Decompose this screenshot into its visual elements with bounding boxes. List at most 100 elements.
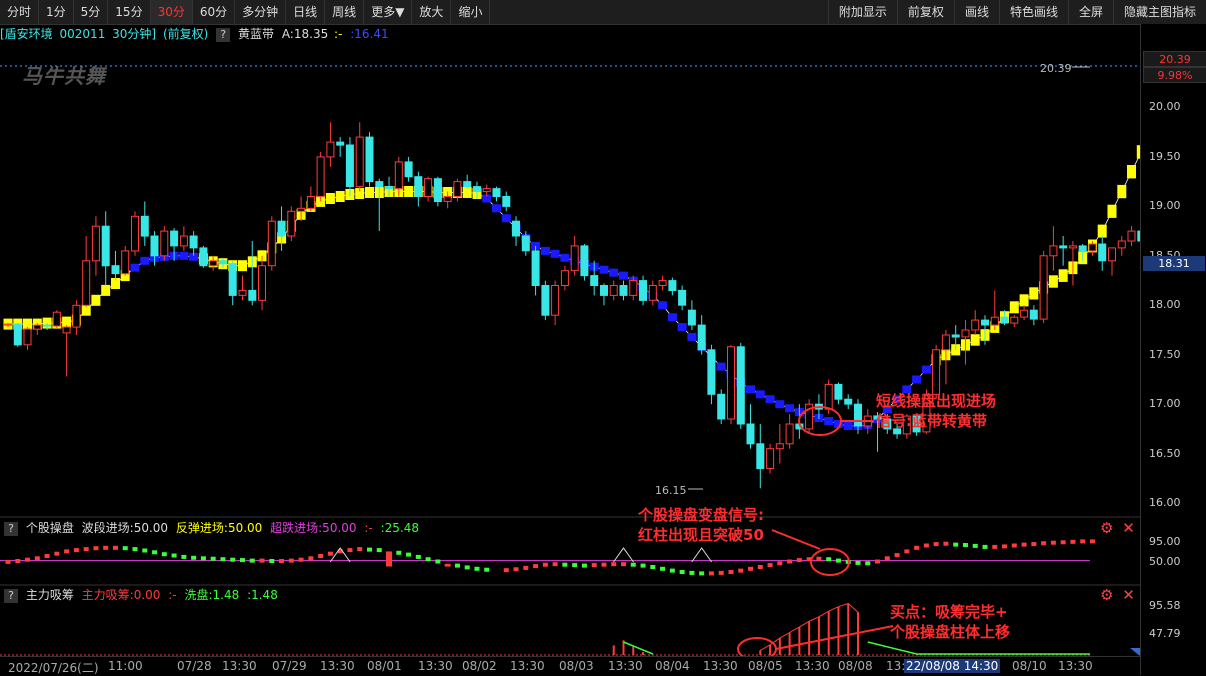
candle-body-27 xyxy=(267,220,276,267)
osc-dot-84 xyxy=(826,557,832,562)
osc-dot-55 xyxy=(542,562,548,567)
osc-dot-43 xyxy=(425,557,431,562)
osc-triangle-1 xyxy=(613,547,634,563)
panel2-help-icon[interactable]: ? xyxy=(4,521,18,536)
chart-canvas: 20.39 16.15 xyxy=(0,62,1140,656)
panel2-name[interactable]: 个股操盘 xyxy=(26,521,74,535)
osc-dot-31 xyxy=(308,556,314,561)
osc-dot-107 xyxy=(1050,540,1056,545)
candle-body-47 xyxy=(463,181,472,188)
band-block-18 xyxy=(179,251,189,260)
candle-body-14 xyxy=(140,215,149,237)
candle-body-42 xyxy=(414,176,423,197)
osc-dot-3 xyxy=(34,556,40,561)
panel2-close-icon[interactable]: ✕ xyxy=(1122,519,1135,537)
high-price-tag: 20.39 xyxy=(1143,51,1206,67)
panel2-wave-entry: 波段进场:50.00 xyxy=(81,521,169,535)
osc-dot-69 xyxy=(679,570,685,574)
osc-dot-71 xyxy=(699,571,705,576)
osc-dot-47 xyxy=(464,565,470,570)
panel2-osc-value: :25.48 xyxy=(380,521,419,535)
candle-body-106 xyxy=(1039,255,1048,320)
candle-body-24 xyxy=(238,289,247,296)
osc-dot-4 xyxy=(44,554,50,558)
osc-dot-64 xyxy=(630,562,636,567)
annotation-entry-signal: 短线操盘出现进场 信号:蓝带转黄带 xyxy=(876,391,996,431)
osc-dot-65 xyxy=(640,563,646,568)
candle-body-109 xyxy=(1068,245,1077,249)
candle-body-33 xyxy=(326,141,335,158)
candle-body-39 xyxy=(385,186,393,190)
annotation-turn-signal: 个股操盘变盘信号: 红柱出现且突破50 xyxy=(638,505,764,545)
candle-body-6 xyxy=(62,326,71,334)
band-block-70 xyxy=(687,332,697,341)
osc-dot-88 xyxy=(865,561,871,566)
high-price-label: 20.39 xyxy=(1040,62,1072,75)
pct-change-tag: 9.98% xyxy=(1143,67,1206,83)
candle-body-36 xyxy=(355,136,364,188)
osc-dot-62 xyxy=(611,562,617,567)
candle-body-64 xyxy=(629,280,638,296)
panel3-name[interactable]: 主力吸筹 xyxy=(26,588,74,602)
band-block-104 xyxy=(1019,294,1029,307)
band-block-114 xyxy=(1117,184,1127,199)
osc-dot-90 xyxy=(884,556,890,561)
candle-body-66 xyxy=(648,285,657,301)
osc-dot-99 xyxy=(972,543,978,548)
osc-dot-52 xyxy=(513,567,519,572)
osc-dot-106 xyxy=(1041,541,1047,546)
candle-body-40 xyxy=(394,161,403,190)
panel3-gear-icon[interactable]: ⚙ xyxy=(1100,586,1113,604)
osc-dot-94 xyxy=(923,543,929,548)
absorb-tick-mid: 47.79 xyxy=(1149,627,1181,640)
osc-dot-18 xyxy=(181,554,187,559)
band-block-107 xyxy=(1048,275,1058,288)
osc-dot-81 xyxy=(796,558,802,563)
osc-dot-101 xyxy=(992,544,998,549)
osc-dot-10 xyxy=(103,545,109,550)
candle-body-19 xyxy=(189,235,198,249)
time-label-3: 13:30 xyxy=(222,659,257,673)
candle-body-21 xyxy=(209,260,218,267)
candle-body-80 xyxy=(785,423,794,445)
osc-dot-25 xyxy=(249,558,255,563)
time-label-12: 08/04 xyxy=(655,659,690,673)
band-block-62 xyxy=(609,268,619,277)
band-block-94 xyxy=(921,365,931,374)
candle-body-8 xyxy=(82,260,91,306)
candle-body-46 xyxy=(453,181,462,197)
band-block-61 xyxy=(599,265,609,274)
candle-body-60 xyxy=(590,275,599,287)
osc-dot-42 xyxy=(415,554,421,559)
panel3-close-icon[interactable]: ✕ xyxy=(1122,586,1135,604)
candle-body-28 xyxy=(277,220,286,237)
turn-signal-pointer xyxy=(771,529,821,550)
band-block-34 xyxy=(335,191,345,202)
osc-dot-48 xyxy=(474,566,480,571)
scroll-corner-icon xyxy=(1130,648,1140,656)
panel2-gear-icon[interactable]: ⚙ xyxy=(1100,519,1113,537)
osc-dot-37 xyxy=(366,547,372,552)
time-label-20: 13:30 xyxy=(1058,659,1093,673)
panel2-header: ? 个股操盘 波段进场:50.00 反弹进场:50.00 超跌进场:50.00 … xyxy=(0,519,419,537)
candle-body-74 xyxy=(727,346,735,420)
candle-body-111 xyxy=(1088,243,1097,252)
band-block-69 xyxy=(677,323,687,331)
time-label-19: 08/10 xyxy=(1012,659,1047,673)
candle-body-113 xyxy=(1108,247,1116,262)
osc-dot-78 xyxy=(767,563,773,568)
band-block-37 xyxy=(365,187,374,198)
panel3-help-icon[interactable]: ? xyxy=(4,588,18,603)
osc-dot-110 xyxy=(1080,539,1086,544)
panel3-absorb: 主力吸筹:0.00 xyxy=(81,588,161,602)
candle-body-112 xyxy=(1098,243,1107,262)
candle-body-35 xyxy=(345,144,354,187)
candle-body-32 xyxy=(316,156,325,197)
candle-body-78 xyxy=(766,448,775,470)
osc-dot-67 xyxy=(660,566,666,571)
time-label-18: 22/08/08 14:30 xyxy=(904,659,1001,673)
osc-dot-17 xyxy=(171,553,177,558)
osc-dot-5 xyxy=(54,551,60,556)
osc-dot-27 xyxy=(269,559,275,563)
time-label-13: 13:30 xyxy=(703,659,738,673)
